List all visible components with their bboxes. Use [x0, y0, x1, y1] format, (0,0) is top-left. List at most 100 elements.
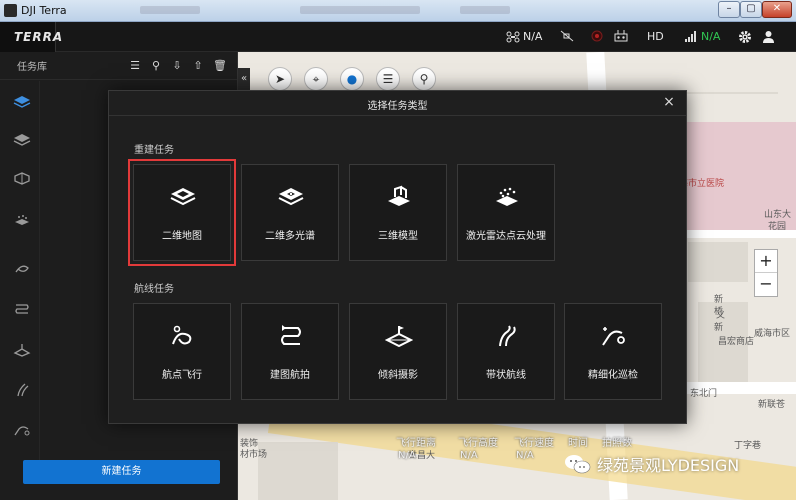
watermark: 绿苑景观LYDESIGN — [563, 452, 739, 476]
maximize-button[interactable]: ▢ — [740, 1, 762, 18]
mission-library-title: 任务库 — [17, 62, 47, 73]
map-label: 威海市区 — [754, 329, 791, 339]
mapping-icon — [281, 325, 301, 345]
mission-card-corridor[interactable]: 带状航线 — [457, 303, 555, 400]
mission-category-column — [0, 81, 40, 461]
lidar-icon — [496, 187, 518, 206]
window-title: DJI Terra — [21, 4, 67, 17]
map-label: 东北门 — [690, 389, 718, 399]
gps-status — [560, 30, 574, 42]
flight-route-section-label: 航线任务 — [134, 284, 174, 295]
mission-card-3d-model[interactable]: 三维模型 — [349, 164, 447, 261]
export-icon[interactable]: ⇧ — [192, 59, 204, 72]
mission-card-label: 二维多光谱 — [265, 231, 315, 242]
mission-card-label: 航点飞行 — [162, 370, 202, 381]
mission-card-label: 激光雷达点云处理 — [466, 231, 546, 242]
background-tab-ghost — [300, 6, 420, 14]
drone-icon — [506, 31, 520, 42]
remote-controller-status — [614, 30, 628, 42]
mission-card-2d-map[interactable]: 二维地图 — [128, 159, 236, 266]
signal-status-value: N/A — [701, 30, 721, 43]
mission-card-lidar[interactable]: 激光雷达点云处理 — [457, 164, 555, 261]
user-icon[interactable] — [762, 30, 775, 44]
lidar-icon[interactable] — [13, 213, 31, 227]
crosshair-button[interactable]: ⌖ — [304, 67, 328, 91]
map-search-button[interactable]: ⚲ — [412, 67, 436, 91]
brand-logo: TERRA — [0, 22, 62, 52]
3d-model-icon[interactable] — [13, 171, 31, 185]
mission-card-label: 三维模型 — [378, 231, 418, 242]
mission-card-waypoint[interactable]: 航点飞行 — [133, 303, 231, 400]
mission-card-mapping[interactable]: 建图航拍 — [241, 303, 339, 400]
wechat-icon — [565, 455, 591, 474]
reconstruction-section-label: 重建任务 — [134, 145, 174, 156]
video-status: HD — [647, 30, 664, 43]
watermark-text: 绿苑景观LYDESIGN — [597, 456, 740, 475]
mission-card-inspection[interactable]: 精细化巡检 — [564, 303, 662, 400]
mission-card-label: 二维地图 — [162, 231, 202, 242]
waypoint-icon[interactable] — [13, 261, 31, 275]
mission-card-label: 建图航拍 — [270, 370, 310, 381]
satellite-off-icon — [560, 30, 574, 42]
zoom-in-button[interactable]: + — [755, 250, 777, 273]
mission-card-oblique[interactable]: 倾斜摄影 — [349, 303, 447, 400]
2d-map-icon[interactable] — [13, 95, 31, 109]
record-status — [590, 30, 604, 42]
flight-altitude-value: N/A — [460, 450, 478, 461]
mapping-icon[interactable] — [13, 303, 31, 317]
background-tab-ghost — [460, 6, 510, 14]
inspection-icon[interactable] — [13, 423, 31, 437]
collapse-panel-button[interactable]: « — [238, 68, 250, 90]
new-mission-button[interactable]: 新建任务 — [23, 460, 220, 484]
gear-icon[interactable] — [738, 30, 752, 44]
inspection-icon — [602, 327, 625, 346]
window-title-bar: DJI Terra – ▢ ✕ — [0, 0, 796, 22]
background-tab-ghost — [140, 6, 200, 14]
import-icon[interactable]: ⇩ — [171, 59, 183, 72]
remote-controller-icon — [614, 30, 628, 42]
mission-library-header: 任务库 ☰ ⚲ ⇩ ⇧ 🗑 — [0, 52, 237, 80]
delete-icon[interactable]: 🗑 — [213, 59, 227, 72]
multispectral-icon[interactable] — [13, 133, 31, 147]
select-mission-type-dialog: 选择任务类型 × 重建任务 二维地图 二维多光谱 三维模型 激光雷达点云处理 航… — [108, 90, 687, 424]
signal-bars-icon — [685, 30, 696, 42]
map-label: 义 — [716, 311, 726, 321]
photo-count-label: 拍照数 — [602, 438, 632, 449]
flight-distance-label: 飞行距离 — [396, 438, 436, 449]
zoom-out-button[interactable]: − — [755, 273, 777, 296]
mission-card-multispectral[interactable]: 二维多光谱 — [241, 164, 339, 261]
map-label: 丁字巷 — [734, 441, 762, 451]
flight-speed-value: N/A — [516, 450, 534, 461]
map-label: 昌宏商店 — [718, 337, 755, 347]
mission-card-label: 倾斜摄影 — [378, 370, 418, 381]
mission-card-label: 带状航线 — [486, 370, 526, 381]
oblique-icon[interactable] — [13, 343, 31, 357]
corridor-icon — [499, 325, 516, 347]
dialog-close-button[interactable]: × — [662, 95, 676, 109]
dialog-title: 选择任务类型 — [367, 101, 428, 112]
aircraft-status: N/A — [506, 30, 542, 43]
corridor-icon[interactable] — [13, 383, 31, 397]
search-icon[interactable]: ⚲ — [150, 59, 162, 72]
mission-card-label: 精细化巡检 — [588, 370, 638, 381]
locate-aircraft-button[interactable]: ➤ — [268, 67, 292, 91]
zoom-control: + − — [754, 249, 778, 297]
app-header: TERRA N/A HD N/A — [0, 22, 796, 52]
map-pin-button[interactable]: ● — [340, 67, 364, 91]
aircraft-status-value: N/A — [523, 30, 543, 43]
flight-altitude-label: 飞行高度 — [458, 438, 498, 449]
map-label: 材市场 — [240, 450, 268, 460]
hd-label: HD — [647, 30, 664, 43]
layers-list-button[interactable]: ☰ — [376, 67, 400, 91]
map-label: 花园 — [768, 222, 787, 232]
oblique-icon — [385, 326, 413, 348]
app-logo-icon — [4, 4, 17, 17]
3d-model-icon — [388, 185, 410, 206]
minimize-button[interactable]: – — [718, 1, 740, 18]
close-window-button[interactable]: ✕ — [762, 1, 792, 18]
map-label: 新 — [714, 323, 724, 333]
signal-status: N/A — [684, 30, 720, 43]
dialog-header: 选择任务类型 × — [109, 91, 686, 116]
list-icon[interactable]: ☰ — [129, 59, 141, 72]
map-label: 新联苍 — [758, 400, 786, 410]
